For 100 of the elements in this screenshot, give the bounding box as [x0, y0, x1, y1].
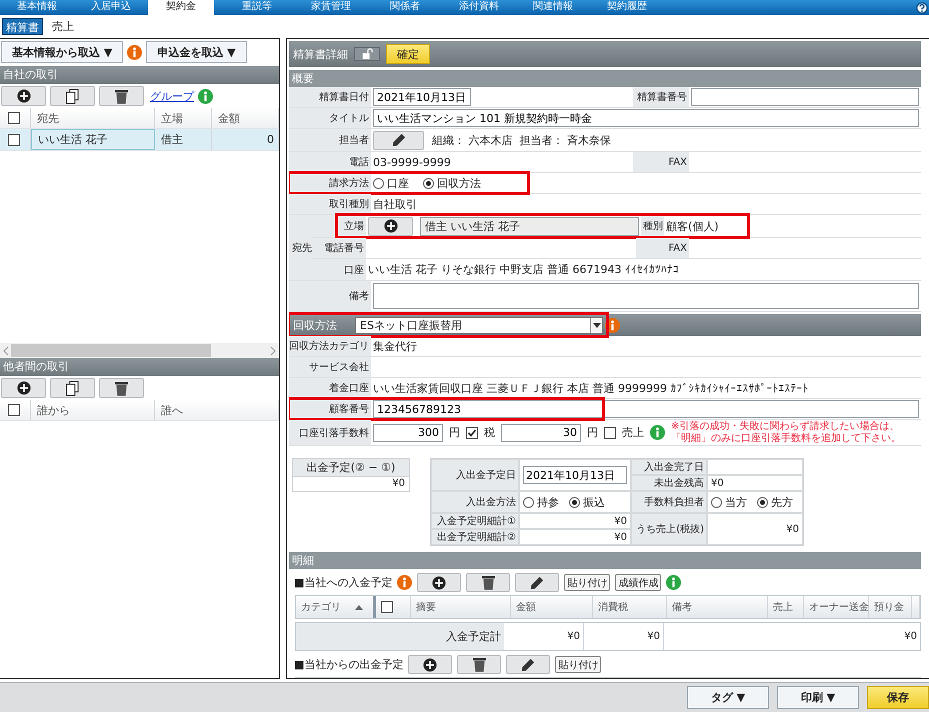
radio-button[interactable]: [373, 178, 384, 188]
field-value: 集金代行: [373, 338, 417, 354]
field-value: いい生活家賃回収口座 三菱ＵＦＪ銀行 本店 普通 9999999 ｶﾌﾞｼｷｶｲｼｬｲｰｴｽｻﾎﾟｰﾄｴｽﾃｰﾄ: [373, 380, 808, 396]
amount-value: ¥0: [519, 529, 631, 545]
section-title: ■当社からの出金予定: [294, 657, 404, 672]
input-field[interactable]: 300: [373, 424, 443, 442]
info-icon[interactable]: [127, 44, 142, 60]
save-button[interactable]: 保存: [867, 686, 929, 709]
radio-label: 口座: [387, 176, 409, 190]
section-title: ■当社への入金予定: [294, 575, 392, 590]
input-field[interactable]: 2021年10月13日: [373, 88, 471, 106]
field-label: 電話: [289, 152, 371, 172]
delete-button[interactable]: [466, 573, 510, 592]
amount-value: ¥0: [707, 475, 803, 491]
button[interactable]: 貼り付け: [564, 574, 610, 591]
input-field[interactable]: [691, 88, 919, 106]
confirm-button[interactable]: 確定: [386, 44, 430, 64]
warning-note: ※引落の成功・失敗に関わらず請求したい場合は、: [671, 420, 900, 432]
field-label: 精算書番号: [633, 87, 689, 107]
column-header: 消費税: [593, 596, 667, 618]
help-icon[interactable]: [916, 2, 928, 14]
tab[interactable]: 重説等: [220, 0, 294, 15]
delete-button[interactable]: [457, 655, 502, 674]
radio-button[interactable]: [711, 496, 722, 508]
tab[interactable]: 家賃管理: [294, 0, 368, 15]
radio-button[interactable]: [757, 496, 768, 508]
tab[interactable]: 契約履歴: [590, 0, 664, 15]
amount-value: ¥0: [903, 630, 918, 644]
info-icon[interactable]: [198, 88, 213, 104]
radio-button[interactable]: [523, 496, 534, 508]
section-header: 概要: [289, 70, 921, 87]
add-button[interactable]: [1, 86, 46, 106]
field-label: 口座引落手数料: [289, 420, 371, 445]
tab[interactable]: 添付資料: [442, 0, 516, 15]
radio-label: 持参: [537, 494, 559, 510]
info-icon[interactable]: [666, 575, 682, 590]
delete-button[interactable]: [99, 86, 144, 106]
dropdown[interactable]: ESネット口座振替用: [355, 316, 603, 334]
tab[interactable]: 精算書: [2, 18, 43, 35]
delete-button[interactable]: [99, 378, 144, 398]
amount-value: ¥0: [584, 623, 664, 650]
menu-button[interactable]: タグ ▼: [687, 686, 769, 709]
checkbox[interactable]: [8, 404, 20, 416]
input-field[interactable]: いい生活マンション 101 新規契約時一時金: [373, 109, 919, 127]
menu-button[interactable]: 印刷 ▼: [777, 686, 859, 709]
info-icon[interactable]: [397, 575, 412, 590]
checkbox[interactable]: [381, 601, 393, 613]
plus-icon: [432, 576, 446, 590]
input-field[interactable]: 30: [501, 424, 581, 442]
radio-button[interactable]: [569, 496, 580, 508]
checkbox[interactable]: [604, 426, 616, 438]
radio-button[interactable]: [423, 178, 434, 188]
lock-button[interactable]: [354, 47, 380, 61]
column-header: 誰から: [31, 400, 155, 420]
import-button[interactable]: 申込金を取込 ▼: [146, 41, 247, 63]
field-label: FAX: [636, 238, 689, 258]
dropdown-arrow-icon[interactable]: [592, 322, 600, 328]
tab[interactable]: 契約金: [148, 0, 214, 15]
edit-button[interactable]: [373, 130, 424, 150]
scrollbar[interactable]: [0, 343, 279, 358]
tab[interactable]: 売上: [49, 18, 77, 35]
memo-field[interactable]: [373, 283, 919, 309]
table-row[interactable]: いい生活 花子 借主 0: [0, 129, 279, 151]
amount-value: ¥0: [391, 477, 406, 491]
add-button[interactable]: [408, 655, 452, 674]
input-field[interactable]: 123456789123: [373, 400, 919, 418]
checkbox[interactable]: [8, 134, 20, 146]
checkbox[interactable]: [466, 426, 478, 438]
copy-button[interactable]: [50, 378, 95, 398]
table-cell: 0: [212, 129, 279, 150]
sort-icon[interactable]: [355, 604, 363, 610]
input-field[interactable]: 2021年10月13日: [523, 466, 627, 484]
field-label: 入金予定明細計①: [431, 513, 519, 529]
button[interactable]: 貼り付け: [555, 656, 602, 673]
field-label: 回収方法カテゴリ: [289, 336, 371, 356]
add-button[interactable]: [368, 216, 413, 236]
checkbox[interactable]: [8, 112, 20, 124]
party-field[interactable]: 借主 いい生活 花子: [420, 216, 639, 236]
info-icon[interactable]: [650, 425, 665, 440]
scroll-thumb[interactable]: [11, 344, 211, 357]
section-header: 自社の取引: [0, 66, 279, 84]
tab[interactable]: 基本情報: [0, 0, 74, 15]
dropdown-value: ESネット口座振替用: [359, 318, 463, 332]
add-button[interactable]: [1, 378, 46, 398]
button[interactable]: 成績作成: [615, 574, 662, 591]
tab[interactable]: 関連情報: [516, 0, 590, 15]
group-link[interactable]: グループ: [150, 88, 194, 104]
copy-button[interactable]: [50, 86, 95, 106]
tab[interactable]: 入居申込: [74, 0, 148, 15]
edit-button[interactable]: [515, 573, 560, 592]
import-button[interactable]: 基本情報から取込 ▼: [1, 41, 124, 63]
column-header[interactable]: カテゴリ: [301, 600, 341, 614]
info-icon[interactable]: [605, 318, 620, 332]
column-header: 摘要: [411, 596, 511, 618]
tab[interactable]: 関係者: [368, 0, 442, 15]
plus-icon: [423, 658, 438, 672]
field-label: 入出金予定日: [431, 459, 519, 491]
field-value: 自社取引: [373, 196, 417, 212]
edit-button[interactable]: [506, 655, 550, 674]
add-button[interactable]: [417, 573, 462, 592]
